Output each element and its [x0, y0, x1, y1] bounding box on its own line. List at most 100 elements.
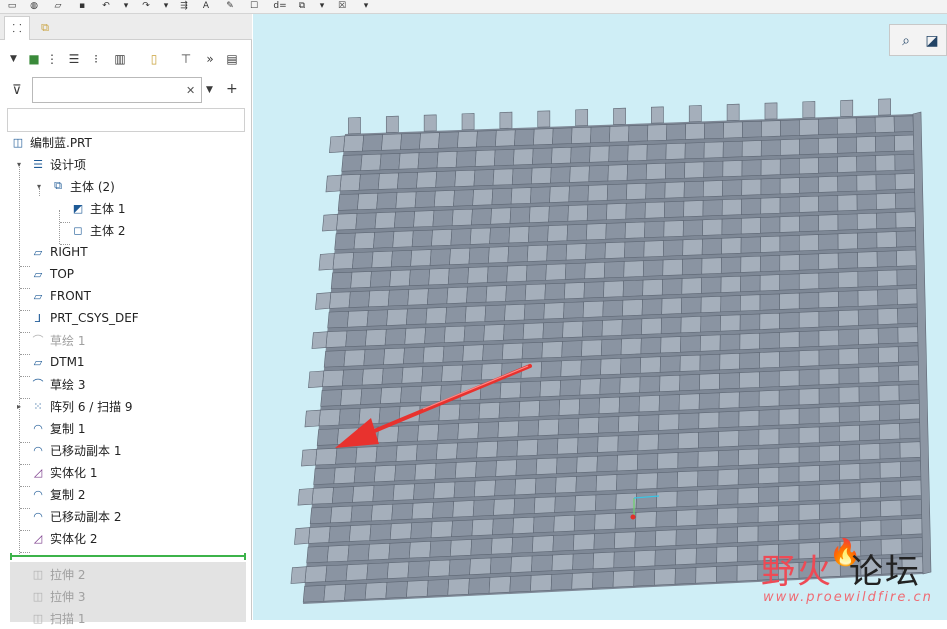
layers-icon[interactable]: ⧉	[296, 1, 308, 12]
collapse-icon[interactable]: ▾	[14, 159, 24, 169]
tree-root[interactable]: ◫ 编制蓝.PRT	[10, 131, 260, 153]
tree-item[interactable]: ⅃ PRT_CSYS_DEF	[30, 307, 280, 329]
weave-cell	[449, 247, 471, 265]
tree-item-label: 主体 (2)	[70, 179, 115, 194]
weave-cell	[398, 152, 420, 170]
show-icon[interactable]: ■	[26, 51, 42, 67]
weave-cell	[388, 542, 411, 560]
zoom-icon[interactable]: ⌕	[895, 30, 917, 52]
tree-item[interactable]: ◫ 扫描 1	[30, 607, 280, 629]
warp-tab	[651, 106, 664, 124]
weave-cell	[737, 525, 759, 543]
undo-icon[interactable]: ↶	[100, 1, 112, 12]
tree-item[interactable]: ◫ 拉伸 2	[30, 563, 280, 585]
weave-cell	[345, 563, 369, 581]
tree-item[interactable]: ◿ 实体化 2	[30, 527, 280, 549]
weave-cell	[485, 285, 507, 303]
weave-cell	[818, 406, 840, 424]
filter-tree-icon[interactable]: ⊤	[178, 51, 194, 67]
layer-tab[interactable]: ⧉	[32, 16, 58, 40]
woven-basket-model[interactable]	[253, 14, 947, 620]
tree-item[interactable]: ◠ 复制 1	[30, 417, 280, 439]
tree-columns-icon[interactable]: ☰	[66, 51, 82, 67]
weave-cell	[311, 487, 334, 505]
weave-cell	[421, 365, 443, 383]
weave-cell	[736, 544, 759, 563]
tree-item[interactable]: ◿ 实体化 1	[30, 461, 280, 483]
search-input[interactable]	[32, 77, 202, 103]
tree-item[interactable]: ▱ TOP	[30, 263, 280, 285]
tree-item-label: PRT_CSYS_DEF	[50, 311, 139, 325]
copy-icon: ◠	[33, 487, 43, 501]
undo-dropdown-icon[interactable]: ▾	[120, 1, 132, 12]
weave-cell	[647, 124, 668, 142]
expand-icon[interactable]: ▸	[14, 401, 24, 411]
tree-filters-icon[interactable]: ⁝	[88, 51, 104, 67]
weave-cell	[760, 216, 781, 234]
tree-item[interactable]: ▱ DTM1	[30, 351, 280, 373]
clear-search-icon[interactable]: ✕	[186, 82, 195, 98]
open-icon[interactable]: ◍	[28, 1, 40, 12]
weave-cell	[798, 330, 820, 348]
weave-cell	[699, 334, 721, 352]
more-icon[interactable]: »	[204, 51, 216, 67]
d-equals-icon[interactable]: d=	[272, 1, 288, 12]
window-icon[interactable]: ☐	[248, 1, 260, 12]
close-windows-icon[interactable]: ☒	[336, 1, 348, 12]
redo-dropdown-icon[interactable]: ▾	[160, 1, 172, 12]
weave-cell	[389, 269, 411, 287]
tree-settings-icon[interactable]: ▥	[112, 51, 128, 67]
search-dropdown-icon[interactable]: ▼	[206, 82, 213, 98]
eraser-icon[interactable]: ✎	[224, 1, 236, 12]
display-dropdown-icon[interactable]: ▼	[10, 51, 17, 67]
weave-cell	[528, 205, 550, 224]
insert-here-line[interactable]	[10, 553, 246, 560]
filter-icon[interactable]: ⊽	[12, 82, 22, 98]
open-folder-icon[interactable]: ▱	[52, 1, 64, 12]
layers-dropdown-icon[interactable]: ▾	[316, 1, 328, 12]
save-icon[interactable]: ▪	[76, 1, 88, 12]
weave-cell	[700, 315, 721, 333]
weave-cell	[578, 397, 600, 415]
weave-cell	[699, 353, 721, 371]
weave-cell	[586, 203, 608, 221]
weave-cell	[799, 118, 819, 136]
weave-cell	[426, 579, 450, 597]
tree-item[interactable]: ⁙ 阵列 6 / 扫描 9	[30, 395, 280, 417]
new-file-icon[interactable]: ▭	[6, 1, 18, 12]
tree-item[interactable]: ◠ 复制 2	[30, 483, 280, 505]
refit-icon[interactable]: ◪	[921, 30, 943, 52]
tree-item[interactable]: ◠ 已移动副本 1	[30, 439, 280, 461]
tree-item[interactable]: ⌒ 草绘 1	[30, 329, 280, 351]
document-icon[interactable]: ▤	[224, 51, 240, 67]
sketch-icon: ⌒	[32, 378, 44, 391]
layer-icon: ⧉	[41, 21, 49, 34]
weave-cell	[370, 503, 394, 522]
tree-item[interactable]: ◠ 已移动副本 2	[30, 505, 280, 527]
weave-cell	[627, 144, 648, 162]
tree-item[interactable]: ▱ RIGHT	[30, 241, 280, 263]
tree-item[interactable]: ▱ FRONT	[30, 285, 280, 307]
weave-cell	[595, 493, 617, 511]
regenerate-icon[interactable]: ⇶	[178, 1, 190, 12]
weave-cell	[718, 410, 740, 429]
model-tree-tab[interactable]: ⸬	[4, 16, 30, 40]
notebook-icon[interactable]: ▯	[146, 51, 162, 67]
annotation-icon[interactable]: A	[200, 1, 212, 12]
weft-tab	[301, 448, 318, 467]
weave-cell	[837, 175, 858, 193]
redo-icon[interactable]: ↷	[140, 1, 152, 12]
weave-cell	[818, 329, 840, 347]
tree-item[interactable]: ◫ 拉伸 3	[30, 585, 280, 607]
tree-item-label: 设计项	[50, 157, 87, 172]
tree-item[interactable]: ⌒ 草绘 3	[30, 373, 280, 395]
customize-icon[interactable]: ▾	[360, 1, 372, 12]
collapse-icon[interactable]: ▾	[34, 181, 44, 191]
graphics-viewport[interactable]: ⌕ ◪ 野火 🔥 论坛 www.proewildfire.cn	[253, 14, 947, 620]
add-filter-icon[interactable]: +	[226, 81, 238, 97]
tree-item[interactable]: ☰ 设计项	[30, 153, 280, 175]
weave-cell	[392, 483, 415, 501]
weave-cell	[857, 251, 878, 269]
weave-cell	[855, 116, 876, 134]
weave-cell	[515, 458, 538, 476]
